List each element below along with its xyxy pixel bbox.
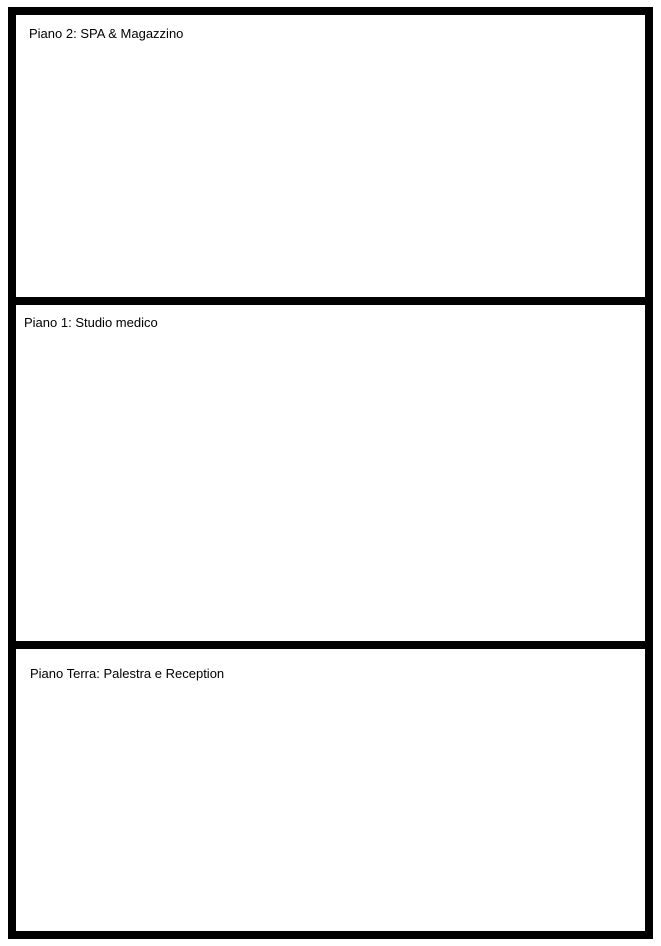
floor-1-box: Piano 1: Studio medico: [16, 305, 645, 641]
floor-divider: [16, 641, 645, 649]
floor-2-box: Piano 2: SPA & Magazzino: [16, 15, 645, 297]
floor-divider: [16, 297, 645, 305]
floor-1-label: Piano 1: Studio medico: [24, 315, 158, 330]
ground-floor-label: Piano Terra: Palestra e Reception: [30, 666, 225, 681]
ground-floor-box: Piano Terra: Palestra e Reception: [16, 649, 645, 931]
floor-2-label: Piano 2: SPA & Magazzino: [29, 26, 184, 41]
floor-plan: Piano 2: SPA & Magazzino Piano 1: Studio…: [8, 7, 653, 939]
